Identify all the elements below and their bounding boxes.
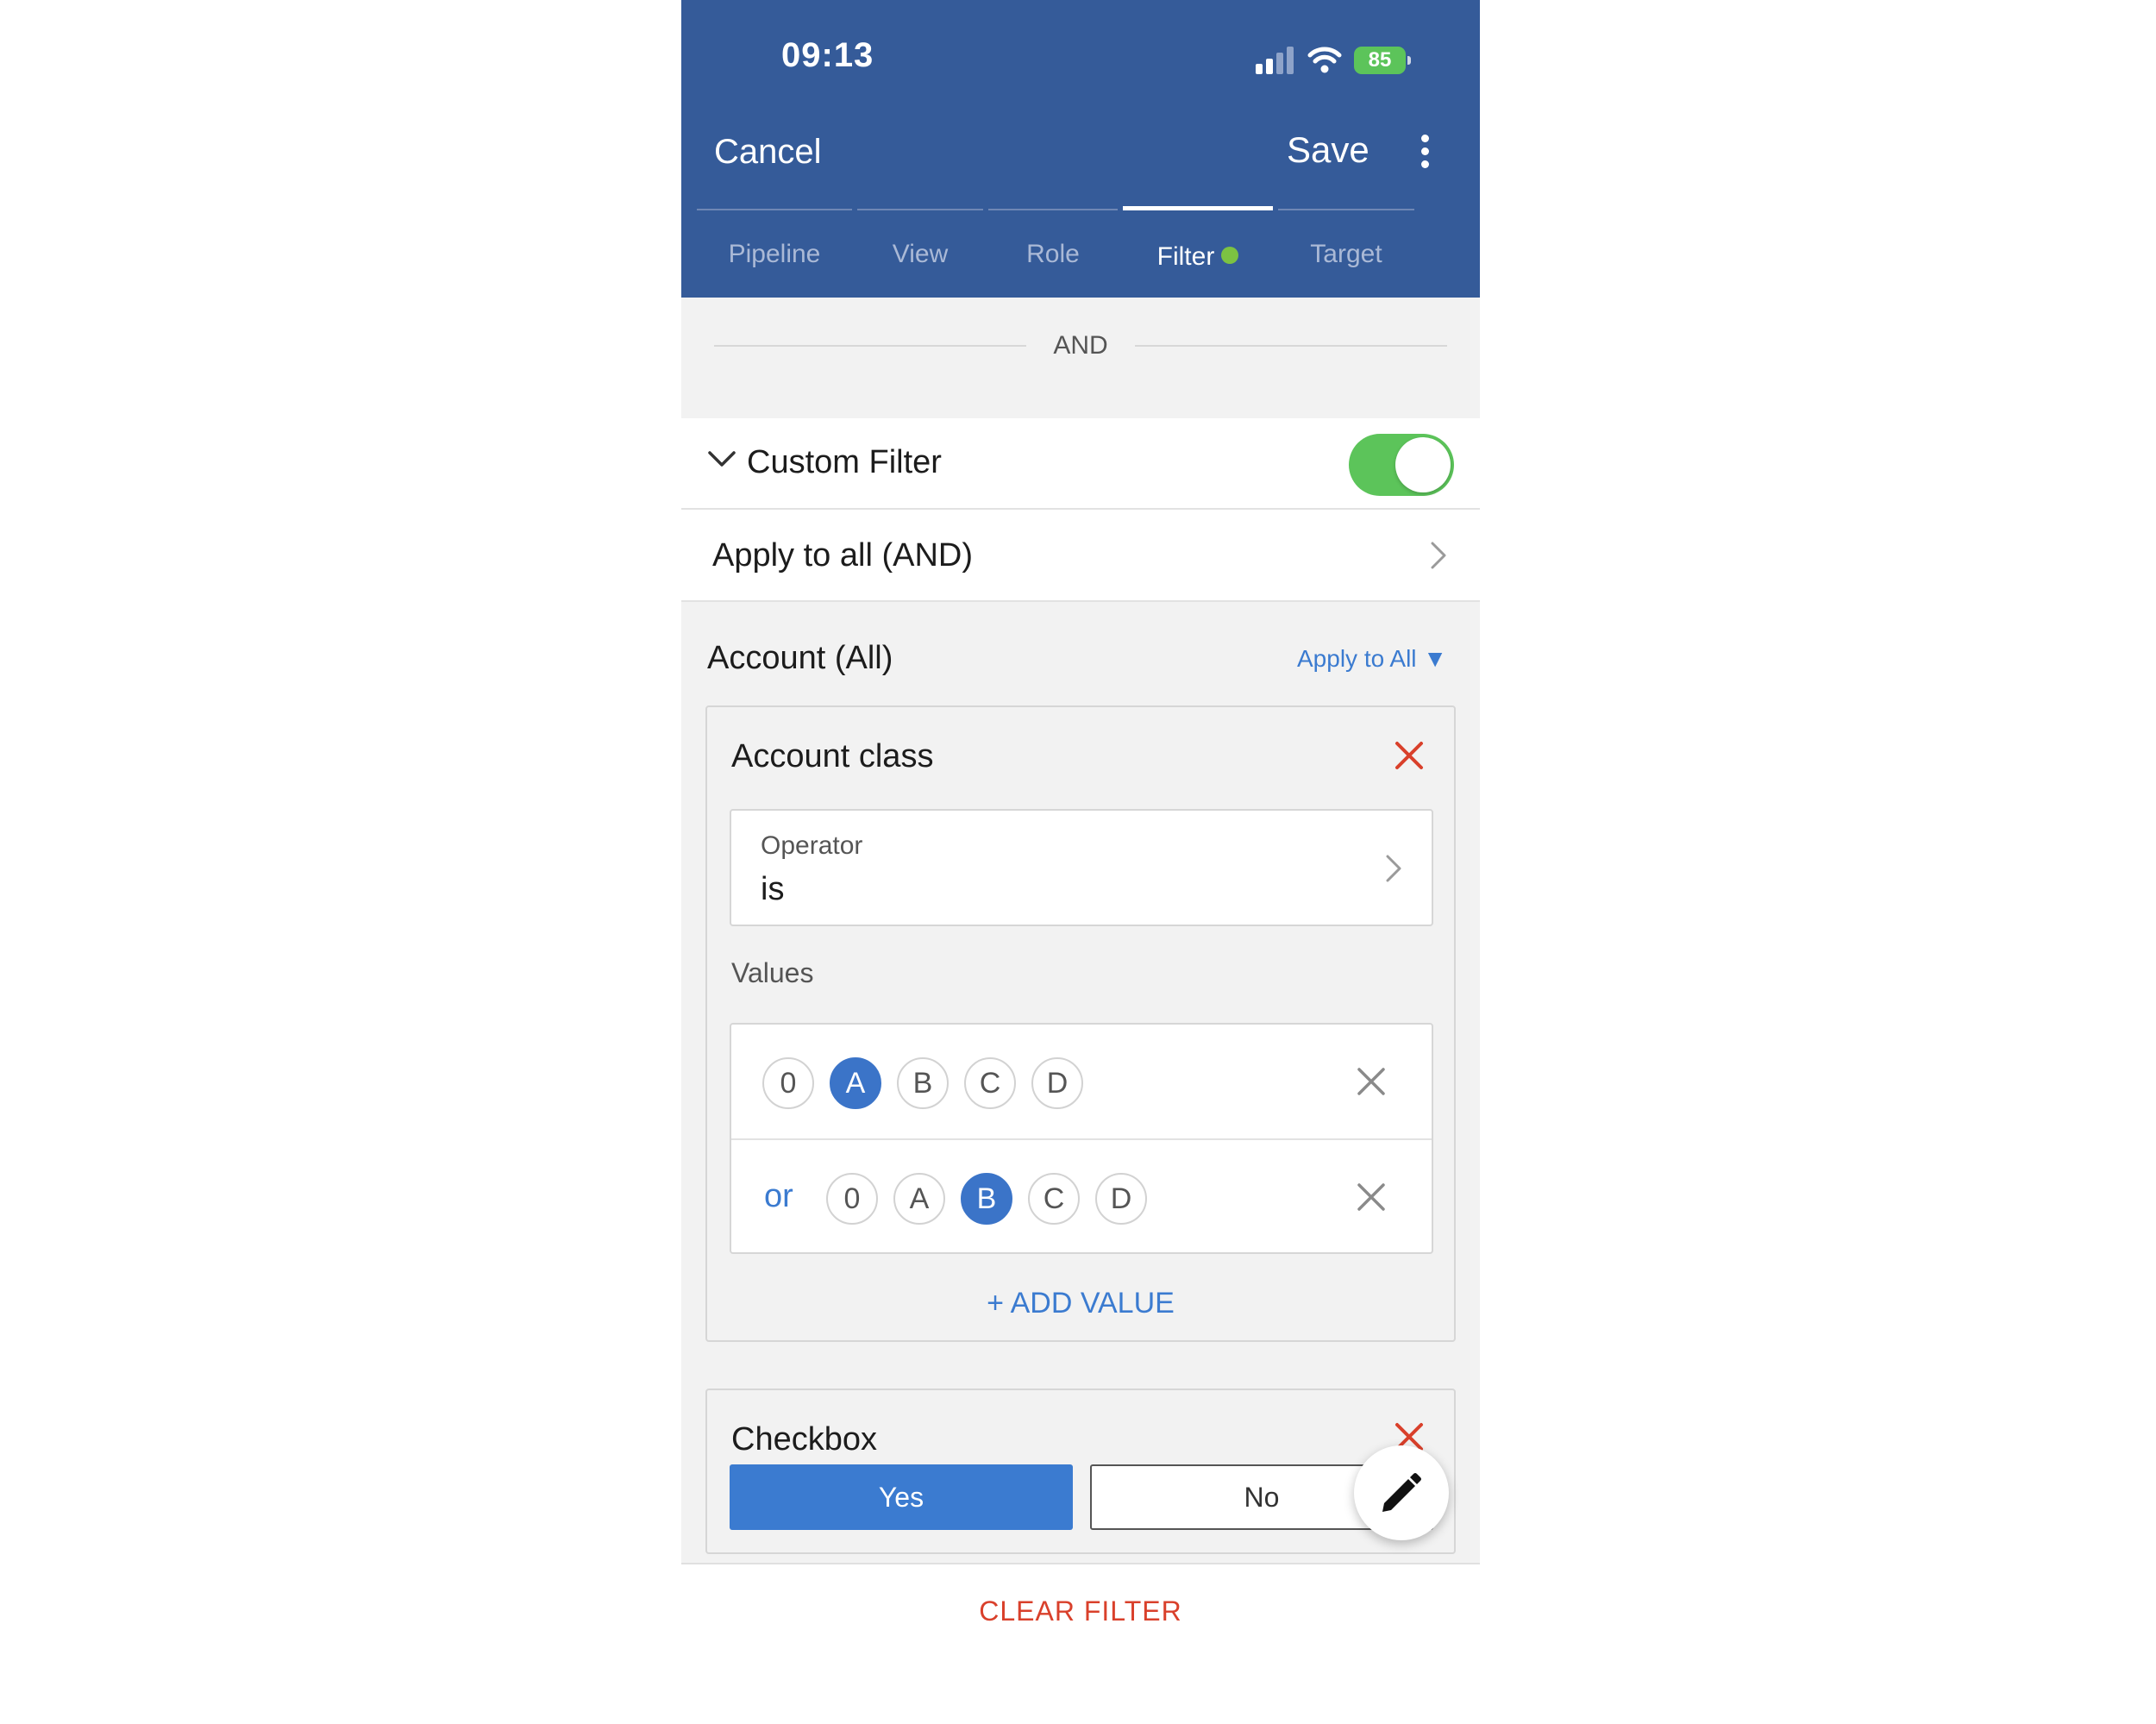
chevron-right-icon: [1431, 542, 1446, 569]
tab-role[interactable]: Role: [988, 209, 1118, 299]
cancel-button[interactable]: Cancel: [714, 133, 822, 172]
tab-label: Filter: [1156, 242, 1215, 271]
yes-button[interactable]: Yes: [730, 1464, 1073, 1530]
account-section-title: Account (All): [707, 640, 893, 676]
values-list: 0 A B C D or 0 A B C D: [730, 1023, 1433, 1254]
and-separator: AND: [714, 328, 1447, 362]
or-label: or: [764, 1178, 793, 1214]
operator-label: Operator: [761, 831, 863, 860]
value-option-d[interactable]: D: [1031, 1057, 1083, 1109]
tab-label-wrap: Filter: [1123, 242, 1273, 272]
custom-filter-title: Custom Filter: [747, 444, 942, 480]
checkbox-title: Checkbox: [731, 1421, 877, 1458]
bottom-bar: CLEAR FILTER: [681, 1563, 1480, 1664]
value-option-b[interactable]: B: [897, 1057, 949, 1109]
value-option-a[interactable]: A: [830, 1057, 881, 1109]
value-row: or 0 A B C D: [731, 1138, 1432, 1254]
value-row: 0 A B C D: [731, 1025, 1432, 1138]
more-options-icon[interactable]: [1416, 135, 1433, 172]
value-option-d[interactable]: D: [1095, 1173, 1147, 1225]
value-option-c[interactable]: C: [964, 1057, 1016, 1109]
values-label: Values: [731, 957, 814, 988]
remove-filter-icon[interactable]: [1394, 740, 1425, 771]
tab-bar: Pipeline View Role Filter Target: [697, 206, 1414, 299]
custom-filter-toggle[interactable]: [1349, 434, 1454, 496]
tab-pipeline[interactable]: Pipeline: [697, 209, 852, 299]
tab-label: Pipeline: [728, 240, 821, 268]
save-button[interactable]: Save: [1287, 129, 1369, 171]
chevron-right-icon: [1386, 855, 1401, 882]
divider: [1135, 345, 1447, 347]
clear-filter-button[interactable]: CLEAR FILTER: [681, 1595, 1480, 1627]
remove-value-icon[interactable]: [1356, 1182, 1387, 1213]
tab-filter[interactable]: Filter: [1123, 206, 1273, 299]
apply-to-all-row[interactable]: Apply to all (AND): [681, 510, 1480, 602]
status-icons: 85: [1254, 45, 1411, 76]
value-option-0[interactable]: 0: [826, 1173, 878, 1225]
tab-label: View: [892, 240, 949, 268]
active-indicator-dot: [1221, 247, 1239, 264]
header: 09:13 85 Cancel Save Pipeline View Role …: [681, 0, 1480, 298]
tab-label: Target: [1310, 240, 1382, 268]
wifi-icon: [1307, 47, 1342, 73]
value-option-0[interactable]: 0: [762, 1057, 814, 1109]
remove-value-icon[interactable]: [1356, 1066, 1387, 1097]
add-value-button[interactable]: + ADD VALUE: [707, 1287, 1454, 1320]
tab-view[interactable]: View: [857, 209, 983, 299]
phone-screen: 09:13 85 Cancel Save Pipeline View Role …: [681, 0, 1480, 1664]
tab-label: Role: [1026, 240, 1080, 268]
pencil-icon: [1382, 1473, 1421, 1512]
account-class-card: Account class Operator is Values 0 A B C…: [705, 705, 1456, 1342]
account-class-title: Account class: [731, 738, 934, 774]
operator-value: is: [761, 871, 785, 907]
toggle-knob: [1395, 437, 1451, 492]
apply-to-all-dropdown[interactable]: Apply to All ▼: [1297, 645, 1447, 673]
value-option-a[interactable]: A: [893, 1173, 945, 1225]
operator-select[interactable]: Operator is: [730, 809, 1433, 926]
tab-target[interactable]: Target: [1278, 209, 1414, 299]
checkbox-card: Checkbox Yes No: [705, 1389, 1456, 1554]
status-time: 09:13: [781, 36, 874, 74]
chevron-down-icon[interactable]: [707, 449, 736, 470]
battery-icon: 85: [1354, 47, 1411, 74]
apply-to-all-label: Apply to all (AND): [712, 537, 973, 574]
value-option-b[interactable]: B: [961, 1173, 1012, 1225]
edit-fab[interactable]: [1354, 1445, 1449, 1540]
custom-filter-row[interactable]: Custom Filter: [681, 418, 1480, 510]
value-option-c[interactable]: C: [1028, 1173, 1080, 1225]
signal-icon: [1256, 47, 1294, 74]
